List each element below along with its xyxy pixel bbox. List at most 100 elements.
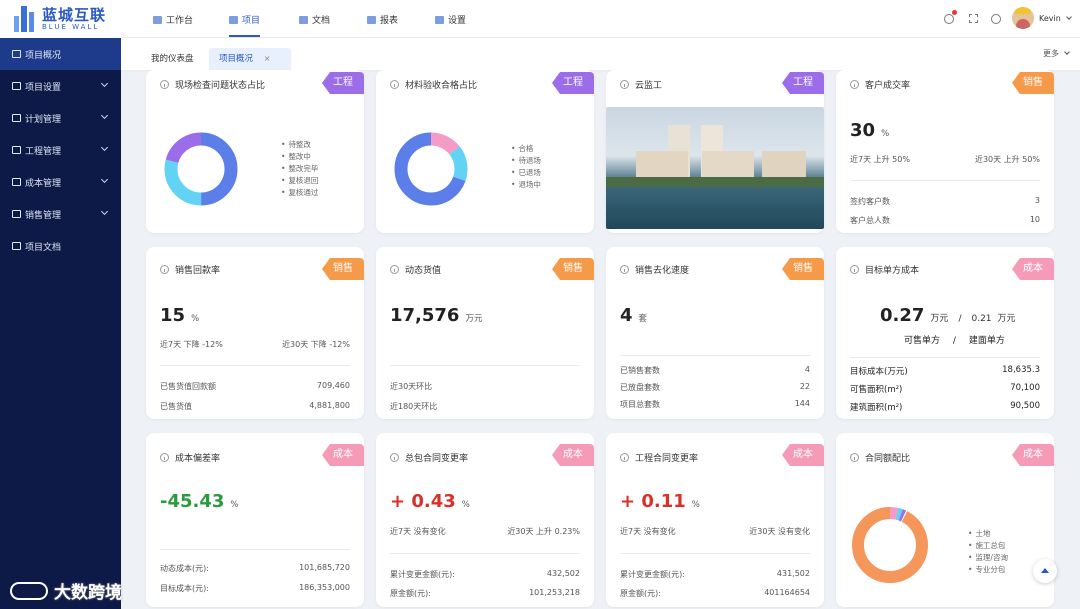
watermark: 大数跨境 (10, 578, 122, 603)
sidebar-item[interactable]: 项目设置 (0, 70, 121, 102)
folder-icon (12, 242, 21, 250)
unit-cost-values: 0.27 万元 / 0.21 万元 (880, 305, 1016, 326)
stat-value: 432,502 (546, 569, 580, 578)
info-icon[interactable] (160, 80, 169, 89)
sidebar-item[interactable]: 项目文档 (0, 230, 121, 262)
stat-row: 近30天环比 (390, 381, 580, 392)
kpi-number: -45.43 (160, 491, 225, 512)
stat-value: 431,502 (776, 569, 810, 578)
refresh-icon[interactable] (991, 14, 1001, 24)
trend-row: 近7天 没有变化 近30天 没有变化 (620, 526, 810, 537)
legend: 土地 施工总包 监理/咨询 专业分包 (968, 528, 1008, 576)
category-tag: 成本 (552, 444, 594, 466)
sidebar-item[interactable]: 项目概况 (0, 38, 121, 70)
category-tag: 成本 (1012, 258, 1054, 280)
sidebar-item[interactable]: 销售管理 (0, 198, 121, 230)
stat-row: 累计变更金额(元): 431,502 (620, 569, 810, 580)
stat-row: 已销售套数 4 (620, 365, 810, 376)
category-tag: 成本 (1012, 444, 1054, 466)
card-general-contract-change: 总包合同变更率 成本 + 0.43% 近7天 没有变化 近30天 上升 0.23%… (376, 433, 594, 607)
top-nav-item[interactable]: 工作台 (153, 13, 193, 26)
top-nav-item[interactable]: 项目 (229, 13, 261, 37)
back-to-top-button[interactable] (1033, 559, 1057, 583)
legend-item: 监理/咨询 (968, 552, 1008, 564)
stat-value: 4 (804, 365, 810, 374)
stat-value: 709,460 (316, 381, 350, 390)
sidebar-item-label: 工程管理 (25, 146, 62, 157)
stat-row: 动态成本(元): 101,685,720 (160, 563, 350, 574)
legend-item: 整改完毕 (281, 163, 318, 175)
more-menu[interactable]: 更多 (1043, 48, 1070, 59)
info-icon[interactable] (620, 453, 629, 462)
tab-dashboard[interactable]: 我的仪表盘 (141, 48, 204, 70)
avatar[interactable] (1012, 7, 1034, 29)
watermark-text: 大数跨境 (54, 583, 122, 603)
sidebar-item[interactable]: 工程管理 (0, 134, 121, 166)
trend-row: 近7天 下降 -12% 近30天 下降 -12% (160, 339, 350, 350)
sidebar-item-label: 项目设置 (25, 82, 62, 93)
sidebar-item[interactable]: 成本管理 (0, 166, 121, 198)
info-icon[interactable] (390, 80, 399, 89)
kpi-unit: % (691, 500, 700, 510)
watermark-logo-icon (10, 581, 48, 600)
stat-row: 累计变更金额(元): 432,502 (390, 569, 580, 580)
sidebar-item-label: 成本管理 (25, 178, 62, 189)
kpi-unit: % (461, 500, 470, 510)
fullscreen-icon[interactable] (969, 14, 978, 23)
card-title: 工程合同变更率 (635, 454, 699, 464)
tab-bar: 我的仪表盘 项目概况 × 更多 (121, 38, 1080, 70)
tab-overview[interactable]: 项目概况 × (209, 48, 291, 70)
top-nav-label: 设置 (448, 16, 467, 26)
info-icon[interactable] (620, 80, 629, 89)
card-dynamic-value: 动态货值 销售 17,576 万元 近30天环比 近180天环比 (376, 247, 594, 419)
user-name[interactable]: Kevin (1039, 14, 1061, 23)
stat-label: 原金额(元): (620, 589, 661, 598)
stat-value: 4,881,800 (309, 401, 350, 410)
trend-7d: 近7天 没有变化 (620, 527, 676, 536)
stat-label: 签约客户数 (850, 197, 890, 206)
chevron-down-icon (100, 143, 109, 152)
trend-7d: 近7天 下降 -12% (160, 340, 223, 349)
stat-row: 项目总套数 144 (620, 399, 810, 410)
card-sales-velocity: 销售去化速度 销售 4套 已销售套数 4 已放盘套数 22 项目总套数 144 (606, 247, 824, 419)
unit-label: 万元 (930, 314, 949, 324)
stat-value: 101,253,218 (529, 588, 580, 597)
site-camera-image[interactable] (606, 107, 824, 229)
kpi-value: 30% (850, 120, 889, 141)
info-icon[interactable] (160, 265, 169, 274)
brand-name: 蓝城互联 (42, 6, 107, 24)
folder-icon (12, 82, 21, 90)
info-icon[interactable] (850, 80, 859, 89)
top-nav-label: 工作台 (166, 16, 194, 26)
divider (160, 365, 350, 366)
info-icon[interactable] (620, 265, 629, 274)
info-icon[interactable] (850, 265, 859, 274)
card-title: 现场检查问题状态占比 (175, 81, 266, 91)
top-nav-item[interactable]: 文档 (299, 13, 330, 26)
stat-row: 可售面积(m²) 70,100 (850, 383, 1040, 395)
info-icon[interactable] (390, 453, 399, 462)
nav-icon (153, 15, 162, 24)
trend-30d: 近30天 上升 0.23% (507, 527, 580, 536)
top-nav-item[interactable]: 报表 (367, 13, 398, 26)
kpi-number: + 0.11 (620, 491, 686, 512)
message-icon[interactable] (944, 14, 954, 24)
info-icon[interactable] (160, 453, 169, 462)
legend-item: 施工总包 (968, 540, 1008, 552)
trend-7d: 近7天 上升 50% (850, 155, 910, 164)
card-title: 云监工 (635, 81, 663, 91)
top-nav-item[interactable]: 设置 (435, 13, 466, 26)
stat-row: 建筑面积(m²) 90,500 (850, 401, 1040, 413)
chevron-down-icon[interactable] (1066, 14, 1072, 20)
info-icon[interactable] (390, 265, 399, 274)
stat-label: 已放盘套数 (620, 383, 660, 392)
info-icon[interactable] (850, 453, 859, 462)
folder-icon (12, 210, 21, 218)
stat-label: 项目总套数 (620, 400, 660, 409)
sidebar-item[interactable]: 计划管理 (0, 102, 121, 134)
folder-icon (12, 114, 21, 122)
close-icon[interactable]: × (264, 54, 271, 63)
divider (620, 553, 810, 554)
logo-mark-icon (14, 6, 36, 32)
top-bar: 工作台 项目 文档 报表 设置 Kevin (121, 0, 1080, 38)
